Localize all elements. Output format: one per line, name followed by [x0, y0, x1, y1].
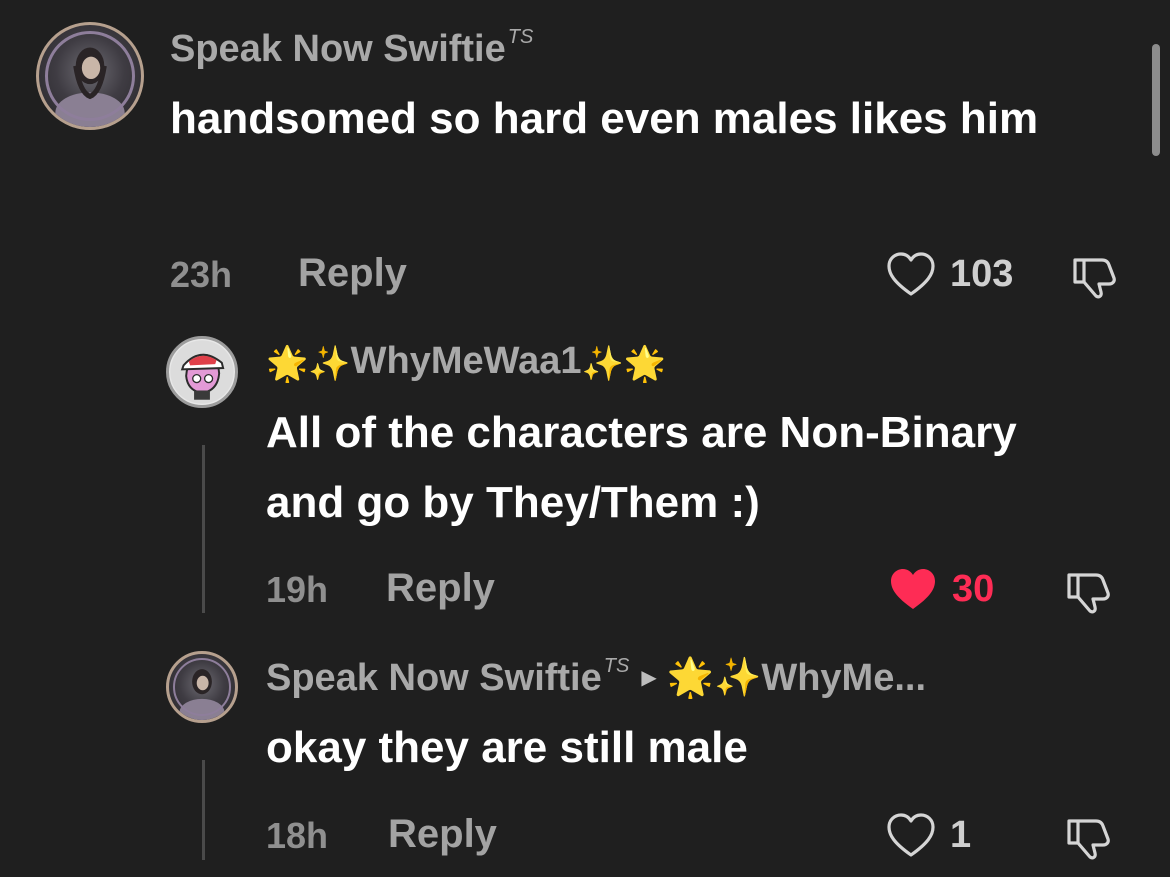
- avatar-ring: [173, 658, 231, 716]
- username-emoji-prefix: 🌟✨: [266, 345, 351, 383]
- username-text[interactable]: Speak Now Swiftie: [266, 657, 602, 699]
- username-text[interactable]: WhyMeWaa1: [351, 340, 582, 382]
- reply-to-username[interactable]: 🌟✨WhyMe...: [667, 657, 926, 699]
- dislike-icon[interactable]: [1064, 567, 1116, 615]
- reply-caret-icon: ▶: [641, 667, 657, 689]
- reply-button[interactable]: Reply: [298, 251, 407, 296]
- reply-button[interactable]: Reply: [386, 566, 495, 611]
- avatar[interactable]: [36, 22, 144, 130]
- thread-line: [202, 760, 205, 860]
- comment-username[interactable]: 🌟✨WhyMeWaa1✨🌟: [266, 340, 666, 384]
- username-emoji-suffix: ✨🌟: [581, 345, 667, 383]
- avatar[interactable]: [166, 336, 238, 408]
- comment-username[interactable]: Speak Now Swiftie TS ▶ 🌟✨WhyMe...: [266, 655, 926, 700]
- comment-time: 19h: [266, 569, 329, 610]
- avatar[interactable]: [166, 651, 238, 723]
- like-count: 30: [952, 568, 995, 610]
- cartoon-avatar-image: [170, 340, 234, 404]
- comment-text: okay they are still male: [266, 723, 748, 772]
- scrollbar[interactable]: [1152, 44, 1160, 156]
- dislike-icon[interactable]: [1070, 252, 1122, 300]
- like-count: 103: [950, 253, 1014, 295]
- reply-button[interactable]: Reply: [388, 812, 497, 857]
- comment-text: All of the characters are Non-Binary and…: [266, 408, 1017, 527]
- dislike-icon[interactable]: [1064, 813, 1116, 861]
- ts-badge: TS: [507, 26, 534, 48]
- comment-time: 23h: [170, 254, 233, 295]
- comments-screen: Speak Now Swiftie TS handsomed so hard ev…: [0, 0, 1170, 877]
- username-text[interactable]: Speak Now Swiftie: [170, 28, 506, 70]
- ts-badge: TS: [603, 655, 630, 677]
- comment-time: 18h: [266, 815, 329, 856]
- like-count: 1: [950, 814, 972, 856]
- comment-username[interactable]: Speak Now Swiftie TS: [170, 26, 533, 71]
- comment-text: handsomed so hard even males likes him: [170, 94, 1039, 143]
- heart-filled-icon[interactable]: [888, 566, 938, 614]
- heart-outline-icon[interactable]: [886, 251, 936, 299]
- thread-line: [202, 445, 205, 613]
- avatar-ring: [45, 31, 135, 121]
- heart-outline-icon[interactable]: [886, 812, 936, 860]
